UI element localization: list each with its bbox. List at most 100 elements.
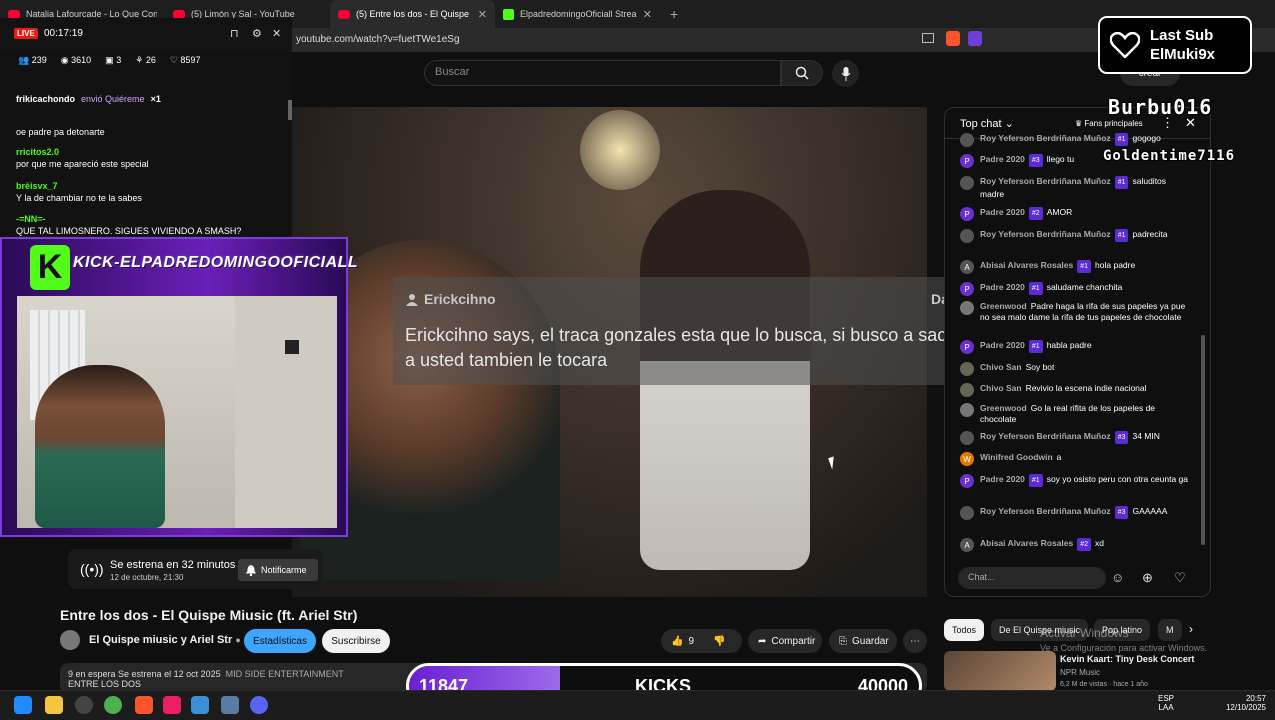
chat-author[interactable]: Padre 2020 [980,340,1025,350]
clock[interactable]: 20:57 12/10/2025 [1222,694,1266,712]
chat-mode-dropdown[interactable]: Top chat ⌄ [960,117,1014,130]
chat-message: P Padre 2020 #1 soy yo osisto peru con otra… [960,474,1190,488]
channel-avatar[interactable] [60,630,80,650]
chip-all[interactable]: Todos [944,619,985,641]
chat-author[interactable]: Greenwood [980,301,1027,311]
stats-button[interactable]: Estadísticas [244,629,316,653]
like-icon[interactable]: 👍 [671,636,683,647]
follower-icon: ⚘ [135,55,144,65]
chat-author[interactable]: Padre 2020 [980,282,1025,292]
youtube-icon [338,9,350,19]
discord-icon[interactable] [250,696,268,714]
heart-icon[interactable]: ♡ [1174,570,1186,586]
tiktok-icon[interactable] [163,696,181,714]
avatar [960,176,974,190]
recommended-thumbnail[interactable] [944,651,1056,691]
kick-logo-icon: K [30,245,70,290]
chip-more[interactable]: M [1158,619,1182,641]
emoji-icon[interactable]: ☺ [1111,570,1124,585]
kick-chat-message: rricitos2.0 por que me apareció este spec… [16,147,149,169]
search-input[interactable]: Buscar [424,60,781,86]
brave-icon[interactable] [135,696,153,714]
last-sub-widget: Last Sub ElMuki9x [1098,16,1252,74]
start-icon[interactable] [14,696,32,714]
settings-icon[interactable]: ⚙ [252,27,262,40]
chat-author[interactable]: Padre 2020 [980,474,1025,484]
chat-author[interactable]: Padre 2020 [980,207,1025,217]
close-tab-icon[interactable]: ✕ [643,8,652,21]
chat-message-body: Padre 2020 #2 AMOR [980,207,1072,221]
chat-author[interactable]: Roy Yeferson Berdriñana Muñoz [980,176,1111,186]
kick-chat-author[interactable]: -=NN=- [16,214,46,224]
file-explorer-icon[interactable] [45,696,63,714]
close-icon[interactable]: ✕ [272,27,281,40]
notify-button[interactable]: Notificarme [238,559,318,581]
recommended-title[interactable]: Kevin Kaart: Tiny Desk Concert [1060,654,1194,664]
chat-scrollbar[interactable] [1201,335,1205,545]
avatar: W [960,452,974,466]
live-badge: LIVE [14,28,38,39]
add-icon[interactable]: ⊕ [1142,570,1153,586]
new-tab-icon[interactable]: + [670,6,678,22]
chat-author[interactable]: Chivo San [980,362,1022,372]
member-badge: #1 [1114,229,1129,242]
chat-author[interactable]: Roy Yeferson Berdriñana Muñoz [980,431,1111,441]
chat-message: P Padre 2020 #1 habla padre [960,340,1190,354]
cast-icon[interactable] [922,33,934,43]
chat-author[interactable]: Winifred Goodwin [980,452,1053,462]
chat-message-body: Abisai Alvares Rosales #2 xd [980,538,1104,552]
chat-message: Roy Yeferson Berdriñana Muñoz #3 34 MIN [960,431,1190,445]
fans-button[interactable]: ♛ Fans principales [1075,119,1143,128]
chat-message-body: Padre 2020 #1 saludame chanchita [980,282,1122,296]
overlay-name-1: Burbu016 [1108,95,1213,119]
chat-message-body: Roy Yeferson Berdriñana Muñoz #3 34 MIN [980,431,1160,445]
kick-chat-author[interactable]: frikicachondo [16,94,75,104]
kick-chat-author[interactable]: brèisvx_7 [16,181,58,191]
browser-tab-4[interactable]: ElpadredomingoOficiall Stream - Wa✕ [495,0,660,28]
avatar: P [960,282,974,296]
settings-app-icon[interactable] [221,696,239,714]
premiere-title: Se estrena en 32 minutos [110,559,236,571]
url-field[interactable]: youtube.com/watch?v=fuetTWe1eSg [296,34,460,45]
close-tab-icon[interactable]: ✕ [478,8,487,21]
more-actions-button[interactable]: ⋯ [903,629,927,653]
dislike-icon[interactable]: 👎 [713,636,725,647]
chat-author[interactable]: Greenwood [980,403,1027,413]
app-icon[interactable] [191,696,209,714]
chat-text: soy yo osisto peru con otra ceunta ga [1046,474,1188,484]
more-icon: ⋯ [910,635,920,647]
save-button[interactable]: ⎘ Guardar [829,629,897,653]
search-button[interactable] [781,60,823,86]
chrome-icon[interactable] [104,696,122,714]
voice-search-button[interactable] [832,60,859,87]
channel-name[interactable]: El Quispe miusic y Ariel Str ● [89,634,241,646]
chat-input[interactable]: Chat... [958,567,1106,589]
chat-author[interactable]: Roy Yeferson Berdriñana Muñoz [980,506,1111,516]
chat-message: Roy Yeferson Berdriñana Muñoz #3 GAAAAA [960,506,1190,520]
chat-message: Roy Yeferson Berdriñana Muñoz #1 padrecita [960,229,1190,243]
chat-author[interactable]: Chivo San [980,383,1022,393]
chat-author[interactable]: Padre 2020 [980,154,1025,164]
kick-channel-banner: KICK-ELPADREDOMINGOOFICIALL [73,254,359,271]
chat-author[interactable]: Roy Yeferson Berdriñana Muñoz [980,133,1111,143]
kick-chat-scrollbar[interactable] [288,100,292,120]
chat-author[interactable]: Roy Yeferson Berdriñana Muñoz [980,229,1111,239]
chat-text: AMOR [1046,207,1073,217]
lock-icon[interactable]: ⊓ [230,27,239,40]
chat-author[interactable]: Abisai Alvares Rosales [980,260,1073,270]
brave-rewards-icon[interactable] [968,31,982,46]
kick-chat-author[interactable]: rricitos2.0 [16,147,59,157]
obs-icon[interactable] [75,696,93,714]
browser-tab-3[interactable]: (5) Entre los dos - El Quispe Miu✕ [330,0,495,28]
keyboard-language[interactable]: ESP LAA [1158,694,1174,712]
lamp-light [580,110,660,190]
share-button[interactable]: ➦ Compartir [748,629,822,653]
chevron-down-icon: ⌄ [1004,118,1014,130]
viewers-stat: 👥 239 [18,55,47,65]
chevron-right-icon[interactable]: › [1189,622,1193,636]
member-badge: #1 [1028,474,1043,487]
brave-shield-icon[interactable] [946,31,960,46]
chat-message: P Padre 2020 #2 AMOR [960,207,1190,221]
chat-author[interactable]: Abisai Alvares Rosales [980,538,1073,548]
subscribe-button[interactable]: Suscribirse [322,629,390,653]
